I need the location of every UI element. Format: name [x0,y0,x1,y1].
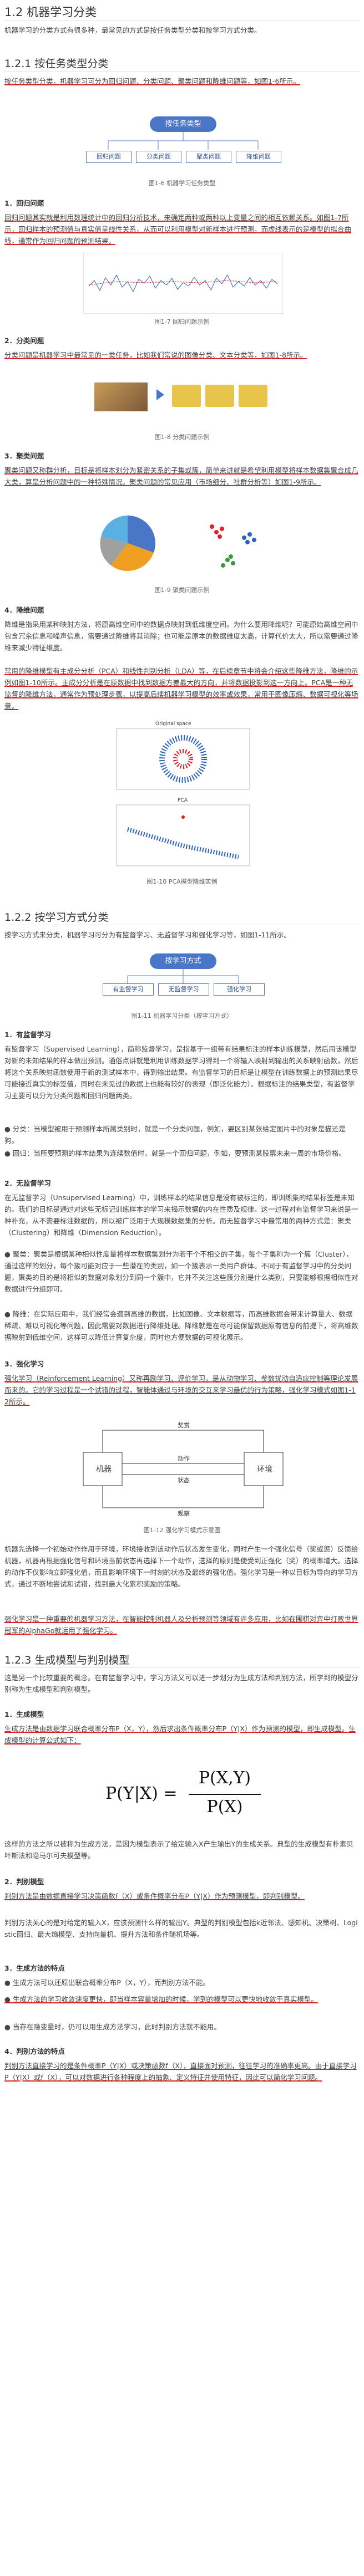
heading-discriminative-features: 4．判别方法的特点 [4,2047,65,2055]
action-label: 动作 [178,1455,190,1462]
heading-classification: 2．分类问题 [4,336,44,345]
intro-paragraph: 机器学习的分类方式有很多种，最常见的方式是按任务类型分类和按学习方式分类。 [4,26,261,34]
diagram-root-node: 按任务类型 [150,116,216,132]
diagram-node-unsupervised: 无监督学习 [158,983,209,996]
task-intro-paragraph: 按任务类型分类，机器学习可分为回归问题、分类问题、聚类问题和降维问题等，如图1-… [4,77,300,85]
reinforcement-paragraph-3: 强化学习是一种重要的机器学习方法，在智能控制机器人及分析预测等领域有许多应用，比… [4,1615,358,1635]
heading-regression: 1．回归问题 [4,199,44,207]
formula-denominator: P(X) [206,1797,243,1817]
diagram-node-clustering: 聚类问题 [186,151,231,163]
folder-icon [172,385,201,407]
observe-label: 观察 [178,1509,190,1517]
folder-icon [239,385,267,407]
classification-figure [94,382,272,438]
diagram-node-dim-reduction: 降维问题 [236,151,281,163]
clustering-paragraph: 聚类问题又称群分析，目标是将样本划分为紧密关系的子集或簇，简单来讲就是希望利用模… [4,466,358,486]
section-title-1-2: 1.2 机器学习分类 [4,6,97,19]
pca-figure: Original space PCA [116,721,250,866]
discriminative-features-paragraph: 判别方法直接学习的是条件概率P（Y|X）或决策函数f（X），直接面对预测，往往学… [4,2062,357,2082]
divider [4,20,360,21]
generative-feature-1: ● 生成方法可以还原出联合概率分布P（X，Y），而判别方法不能。 [4,1978,210,1987]
state-label: 状态 [178,1476,190,1484]
unsupervised-bullet-clustering: ● 聚类：聚类是根据某种相似性度量将样本数据集划分为若干个不相交的子集，每个子集… [4,1250,358,1293]
dim-reduction-paragraph-1: 降维是指采用某种映射方法，将原高维空间中的数据点映射到低维度空间。为什么要用降维… [4,620,358,652]
diagram-root-node: 按学习方式 [150,953,216,969]
heading-unsupervised: 2．无监督学习 [4,1179,51,1187]
regression-chart [83,253,283,314]
reward-label: 奖赏 [178,1421,190,1429]
figure-caption: 图1-6 机器学习任务类型 [148,180,216,187]
reinforcement-diagram: 机器 环境 奖赏 动作 状态 观察 [83,1421,284,1517]
figure-caption: 图1-12 强化学习模式示意图 [143,1527,221,1534]
task-type-diagram: 按任务类型 回归问题 分类问题 聚类问题 降维问题 [83,116,283,183]
generative-intro-paragraph: 这是另一个比较重要的概念。在有监督学习中，学习方法又可以进一步划分为生成方法和判… [4,1674,358,1693]
unsupervised-bullet-dim-reduction: ● 降维：在实际应用中，我们经常会遇到高维的数据，比如图像、文本数据等，而高维数… [4,1310,358,1341]
figure-caption: 图1-7 回归问题示例 [154,318,210,325]
figure-caption: 图1-8 分类问题示例 [154,433,210,441]
heading-generative-features: 3．生成方法的特点 [4,1964,65,1972]
diagram-node-reinforcement: 强化学习 [214,983,265,996]
arrow-icon [156,389,164,400]
heading-discriminative: 2．判别模型 [4,1878,44,1886]
pca-bottom-label: PCA [178,798,188,803]
folder-icon [205,385,234,407]
learning-intro-paragraph: 按学习方式来分类，机器学习可分为有监督学习、无监督学习和强化学习等，如图1-11… [4,931,291,939]
heading-supervised: 1．有监督学习 [4,1031,51,1039]
image-thumbnails [94,382,148,411]
figure-caption: 图1-9 聚类问题示例 [154,586,210,594]
unsupervised-paragraph: 在无监督学习（Unsupervised Learning）中，训练样本的结果信息… [4,1193,358,1237]
subsection-title-1-2-3: 1.2.3 生成模型与判别模型 [4,1654,130,1666]
bayes-formula: P(Y|X) = P(X,Y) P(X) [105,1768,272,1824]
discriminative-paragraph-2: 判别方法关心的是对给定的输入X，应该预测什么样的输出Y。典型的判别模型包括k近邻… [4,1919,358,1939]
learning-type-diagram: 按学习方式 有监督学习 无监督学习 强化学习 [100,953,266,1003]
reinforcement-paragraph-2: 机器先选择一个初始动作作用于环境，环境接收到该动作后状态发生变化，同时产生一个强… [4,1545,358,1588]
discriminative-paragraph: 判别方法是由数据直接学习决策函数f（X）或条件概率分布P（Y|X）作为预测模型，… [4,1892,305,1900]
formula-numerator: P(X,Y) [198,1768,251,1788]
figure-caption: 图1-10 PCA模型降维实例 [146,878,218,885]
supervised-paragraph: 有监督学习（Supervised Learning），简称监督学习，是指基于一组… [4,1045,358,1100]
dim-reduction-paragraph-2: 常用的降维模型有主成分分析（PCA）和线性判别分析（LDA）等，在后续章节中将会… [4,667,358,710]
clustering-figure [100,516,256,571]
subsection-title-1-2-1: 1.2.1 按任务类型分类 [4,58,109,70]
heading-clustering: 3．聚类问题 [4,452,44,460]
heading-dim-reduction: 4．降维问题 [4,606,44,614]
subsection-title-1-2-2: 1.2.2 按学习方式分类 [4,911,109,924]
generative-feature-3: ● 当存在隐变量时，仍可以用生成方法学习，此时判别方法就不能用。 [4,2023,221,2031]
diagram-node-regression: 回归问题 [86,151,132,163]
environment-label: 环境 [257,1465,272,1474]
reinforcement-paragraph: 强化学习（Reinforcement Learning）又称再励学习、评价学习，… [4,1374,358,1406]
supervised-bullet-classification: ● 分类：当模型被用于预测样本所属类别时，就是一个分类问题，例如，要区别某张给定… [4,1125,346,1145]
generative-paragraph: 生成方法是由数据学习联合概率分布P（X，Y），然后求出条件概率分布P（Y|X）作… [4,1725,356,1744]
agent-label: 机器 [96,1465,112,1474]
divider [4,71,360,72]
formula-left: P(Y|X) = [105,1784,178,1803]
generative-paragraph-2: 这样的方法之所以被称为生成方法，是因为模型表示了给定输入X产生输出Y的生成关系。… [4,1840,353,1860]
pca-top-label: Original space [155,721,191,727]
heading-generative: 1．生成模型 [4,1710,44,1718]
diagram-node-supervised: 有监督学习 [103,983,154,996]
figure-caption: 图1-11 机器学习分类（按学习方式） [131,1012,233,1019]
divider [4,1667,360,1668]
regression-paragraph: 回归问题其实就是利用数理统计中的回归分析技术，来确定两种或两种以上变量之间的相互… [4,213,352,245]
fraction-bar [189,1794,261,1795]
classification-paragraph: 分类问题是机器学习中最常见的一类任务，比如我们常说的图像分类、文本分类等，如图1… [4,351,307,359]
diagram-node-classification: 分类问题 [136,151,181,163]
supervised-bullet-regression: ● 回归：当所要预测的样本结果为连续数值时，就是一个回归问题，例如，要预测某股票… [4,1149,346,1157]
generative-feature-2: ● 生成方法的学习收敛速度更快，即当样本容量增加的时候，学到的模型可以更快地收敛… [4,1995,318,2003]
heading-reinforcement: 3．强化学习 [4,1360,44,1368]
cluster-dots [210,524,256,568]
